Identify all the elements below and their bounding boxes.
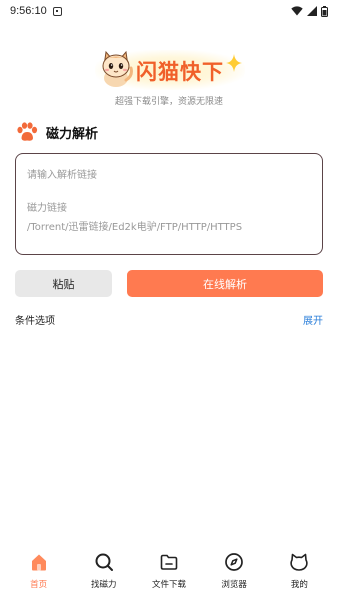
tab-home[interactable]: 首页 [8,552,70,590]
filter-options-label: 条件选项 [15,316,55,327]
section-header: 磁力解析 [16,122,98,142]
signal-icon [307,6,317,16]
status-bar: 9:56:10 [0,0,338,22]
home-icon [31,554,46,571]
sparkle-icon [226,54,242,72]
tab-find-magnet[interactable]: 找磁力 [73,552,135,590]
tab-label: 首页 [30,580,48,590]
notification-icon [52,6,62,16]
bottom-tab-bar: 首页 找磁力 文件下载 浏览器 我的 [0,552,338,600]
search-icon [95,553,113,571]
tab-label: 文件下载 [151,580,186,590]
link-input[interactable]: 请输入解析链接 磁力链接 /Torrent/迅雷链接/Ed2k电驴/FTP/HT… [15,153,323,255]
tab-profile[interactable]: 我的 [268,552,330,590]
tab-downloads[interactable]: 文件下载 [138,552,200,590]
cat-mascot-icon [102,50,133,87]
app-logo: 闪猫快下 [0,42,338,102]
tab-label: 找磁力 [91,580,117,590]
status-icons [291,5,328,17]
input-placeholder: 请输入解析链接 [27,170,97,181]
tab-label: 我的 [290,580,308,590]
app-title: 闪猫快下 [136,60,224,84]
input-hint-line1: 磁力链接 [27,203,67,214]
input-hint-line2: /Torrent/迅雷链接/Ed2k电驴/FTP/HTTP/HTTPS [27,222,243,233]
status-time: 9:56:10 [10,5,47,17]
app-slogan: 超强下载引擎，资源无限速 [114,97,223,107]
tab-browser[interactable]: 浏览器 [203,552,265,590]
folder-icon [160,554,178,570]
wifi-icon [291,6,303,16]
parse-button[interactable]: 在线解析 [127,270,323,297]
expand-link[interactable]: 展开 [303,312,323,327]
compass-icon [225,553,244,571]
filter-options-row: 条件选项 展开 [15,312,323,327]
tab-label: 浏览器 [221,580,247,590]
section-title: 磁力解析 [46,126,99,142]
battery-icon [321,5,328,17]
cat-face-icon [290,553,309,571]
paw-icon [17,122,38,141]
paste-button[interactable]: 粘贴 [15,270,112,297]
